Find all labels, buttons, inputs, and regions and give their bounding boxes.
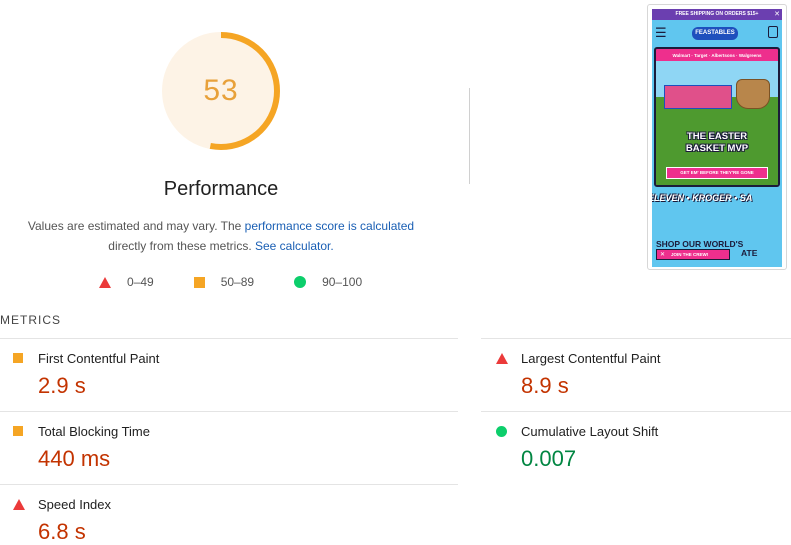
metric-name: Cumulative Layout Shift: [521, 424, 659, 439]
hero-title-line: BASKET MVP: [685, 143, 749, 154]
metric-value: 2.9 s: [38, 373, 86, 398]
score-calculation-link[interactable]: performance score is calculated: [245, 219, 414, 233]
pass-circle-icon: [496, 426, 507, 437]
performance-score: 53: [203, 74, 239, 107]
shop-heading-line: SHOP OUR WORLD'S: [656, 239, 744, 249]
close-icon: ✕: [660, 252, 666, 258]
easter-basket-image: [736, 79, 770, 109]
metric-value: 6.8 s: [38, 519, 86, 544]
legend-average: 50–89: [193, 275, 255, 289]
menu-icon: ☰: [655, 25, 667, 40]
metric-total-blocking-time: Total Blocking Time 440 ms: [0, 424, 458, 484]
fail-triangle-icon: [496, 353, 508, 364]
square-icon: [193, 276, 205, 288]
shipping-text: FREE SHIPPING ON ORDERS $15+: [675, 11, 759, 17]
metrics-divider: [481, 338, 791, 339]
see-calculator-link[interactable]: See calculator.: [255, 239, 334, 253]
triangle-icon: [99, 276, 111, 288]
screenshot-screen: FREE SHIPPING ON ORDERS $15+ ✕ ☰ FEASTAB…: [652, 9, 782, 267]
hero-banner: Walmart · Target · Albertsons · Walgreen…: [654, 47, 780, 187]
note-prefix: Values are estimated and may vary. The: [27, 219, 245, 233]
retailer-ticker: ELEVEN • KROGER • SA: [652, 189, 782, 207]
average-square-icon: [13, 426, 23, 436]
shop-heading-tail: ATE: [741, 248, 758, 258]
legend-pass: 90–100: [294, 275, 362, 289]
metric-value: 8.9 s: [521, 373, 569, 398]
category-title: Performance: [163, 178, 279, 200]
legend-label: 50–89: [220, 275, 255, 289]
site-header: ☰ FEASTABLES: [652, 20, 782, 46]
cart-icon: [768, 26, 778, 38]
join-crew-banner: ✕ JOIN THE CREW! ATE: [656, 249, 757, 260]
hero-cta: GET EM' BEFORE THEY'RE GONE: [666, 167, 768, 179]
note-middle: directly from these metrics.: [108, 239, 252, 253]
metric-value: 440 ms: [38, 446, 111, 471]
metric-value: 0.007: [521, 446, 577, 471]
legend-fail: 0–49: [99, 275, 154, 289]
metric-largest-contentful-paint: Largest Contentful Paint 8.9 s: [483, 351, 791, 411]
score-legend: 0–49 50–89 90–100: [99, 274, 402, 290]
metric-name: Total Blocking Time: [38, 424, 150, 439]
legend-label: 90–100: [322, 275, 363, 289]
metrics-divider: [0, 411, 458, 412]
metrics-divider: [0, 484, 458, 485]
join-label: JOIN THE CREW!: [671, 252, 709, 257]
close-icon: ✕: [774, 11, 780, 18]
metric-name: Speed Index: [38, 497, 112, 512]
score-note: Values are estimated and may vary. The p…: [20, 216, 422, 256]
shipping-banner: FREE SHIPPING ON ORDERS $15+ ✕: [652, 9, 782, 20]
metrics-divider: [0, 338, 458, 339]
metric-speed-index: Speed Index 6.8 s: [0, 497, 458, 545]
average-square-icon: [13, 353, 23, 363]
chocolate-bars-image: [664, 85, 732, 109]
metric-cumulative-layout-shift: Cumulative Layout Shift 0.007: [483, 424, 791, 484]
metric-name: First Contentful Paint: [38, 351, 160, 366]
legend-label: 0–49: [127, 275, 154, 289]
metrics-heading: METRICS: [0, 313, 61, 327]
fail-triangle-icon: [13, 499, 25, 510]
ticker-text: ELEVEN • KROGER • SA: [652, 193, 753, 203]
performance-gauge: 53: [160, 30, 282, 152]
brand-logo: FEASTABLES: [692, 27, 738, 40]
metric-first-contentful-paint: First Contentful Paint 2.9 s: [0, 351, 458, 411]
retailer-logos: Walmart · Target · Albertsons · Walgreen…: [672, 53, 762, 58]
circle-icon: [294, 276, 307, 288]
hero-title-line: THE EASTER: [686, 131, 748, 142]
hero-title: THE EASTER BASKET MVP: [656, 131, 778, 155]
metric-name: Largest Contentful Paint: [521, 351, 661, 366]
vertical-divider: [469, 88, 470, 184]
final-screenshot-thumbnail[interactable]: FREE SHIPPING ON ORDERS $15+ ✕ ☰ FEASTAB…: [647, 4, 787, 270]
metrics-divider: [481, 411, 791, 412]
